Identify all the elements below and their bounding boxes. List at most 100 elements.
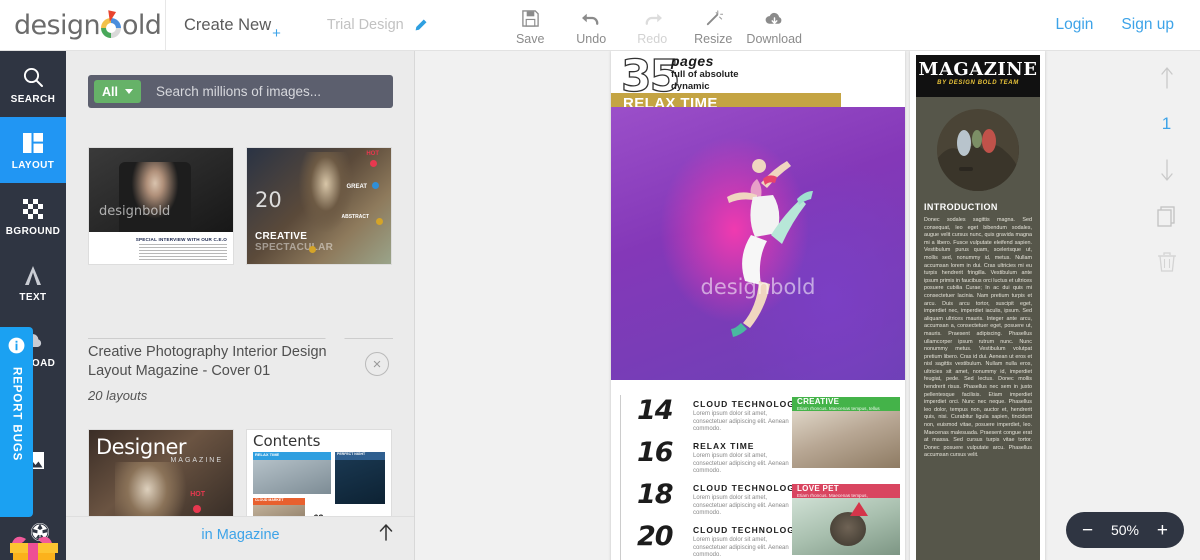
design-name-field[interactable]: Trial Design	[327, 17, 428, 33]
delete-page-button[interactable]	[1156, 249, 1178, 275]
toc-card-creative: CREATIVE Etiam rhoncus. Maecenas tempus,…	[792, 397, 900, 468]
gift-box-icon[interactable]	[6, 519, 62, 560]
thumb-designer-subtitle: MAGAZINE	[170, 457, 223, 464]
undo-label: Undo	[576, 32, 607, 46]
app-logo[interactable]: design old	[0, 10, 165, 41]
magnifier-icon	[21, 64, 45, 90]
toc-row: 20 CLOUD TECHNOLOGY Lorem ipsum dolor si…	[637, 521, 802, 560]
search-bar: All	[88, 75, 393, 108]
magic-wand-icon	[704, 8, 723, 29]
header-line3: dynamic	[671, 80, 710, 92]
canvas-page-left[interactable]: 35 pages full of absolute dynamic creati…	[611, 51, 905, 560]
toc-number: 14	[637, 395, 674, 426]
toc-title: CLOUD TECHNOLOGY	[693, 483, 802, 493]
card-title: CREATIVE	[797, 397, 840, 406]
sidebar-label-search: SEARCH	[10, 93, 56, 105]
caption-divider	[88, 338, 393, 339]
thumb-creative-number: 20	[255, 188, 282, 212]
masthead-byline: BY DESIGN BOLD TEAM	[937, 80, 1019, 86]
toc-title: RELAX TIME	[693, 441, 755, 451]
login-link[interactable]: Login	[1055, 16, 1093, 34]
sidebar-item-bground[interactable]: BGROUND	[0, 183, 66, 249]
sidebar-label-bground: BGROUND	[5, 225, 61, 237]
download-label: Download	[746, 32, 803, 46]
signup-link[interactable]: Sign up	[1121, 16, 1174, 34]
duplicate-page-button[interactable]	[1155, 203, 1179, 229]
toc-number: 20	[637, 521, 674, 552]
grid-layout-icon	[21, 130, 45, 156]
template-panel: All SPECIAL INTERVIEW WITH OUR C.E.O des…	[66, 51, 415, 560]
toc-number: 16	[637, 437, 674, 468]
scroll-up-icon[interactable]	[379, 523, 393, 546]
zoom-in-button[interactable]: +	[1157, 521, 1168, 540]
info-circle-icon	[8, 337, 25, 359]
move-page-down-button[interactable]	[1159, 157, 1175, 183]
thumb-designer-title: Designer	[96, 435, 187, 459]
logo-text: design old	[14, 9, 162, 41]
logo-colored-b-icon	[100, 9, 122, 39]
download-button[interactable]: Download	[744, 4, 805, 46]
caption-subtitle: 20 layouts	[88, 388, 148, 403]
pencil-icon[interactable]	[413, 18, 428, 33]
toolbar: Save Undo Redo Resize Download	[500, 4, 805, 46]
header-pages: pages	[671, 53, 714, 69]
sidebar-item-layout[interactable]: LAYOUT	[0, 117, 66, 183]
ballerina-illustration	[727, 159, 813, 337]
toc-desc: Lorem ipsum dolor sit amet, consectetuer…	[693, 495, 789, 516]
toc-number: 18	[637, 479, 674, 510]
toc-row: 18 CLOUD TECHNOLOGY Lorem ipsum dolor si…	[637, 479, 802, 518]
magazine-body-text: Donec sodales sagittis magna. Sed conseq…	[924, 217, 1032, 459]
current-page-number[interactable]: 1	[1162, 111, 1171, 137]
resize-button[interactable]: Resize	[683, 4, 744, 46]
page-controls: 1	[1133, 51, 1200, 560]
save-button[interactable]: Save	[500, 4, 561, 46]
template-thumb-ceo-interview[interactable]: SPECIAL INTERVIEW WITH OUR C.E.O designb…	[88, 147, 234, 265]
template-caption: Creative Photography Interior Design Lay…	[88, 343, 393, 403]
auth-links: Login Sign up	[1055, 16, 1200, 34]
top-bar: design old Create New + Trial Design Sav…	[0, 0, 1200, 51]
sidebar-item-search[interactable]: SEARCH	[0, 51, 66, 117]
in-magazine-link[interactable]: in Magazine	[201, 527, 279, 543]
thumb-contents-band1: RELAX TIME	[253, 452, 331, 460]
left-sidebar: SEARCH LAYOUT BGROUND TEXT UPLOAD REPORT…	[0, 51, 66, 560]
thumb-contents-band2: PERFECT NIGHT	[335, 452, 385, 460]
toc-card-lovepet: LOVE PET Etiam rhoncus. Maecenas tempus,	[792, 484, 900, 555]
report-bugs-tab[interactable]: REPORT BUGS	[0, 327, 33, 517]
category-filter-label: All	[102, 84, 118, 99]
cloud-download-icon	[764, 8, 785, 29]
toc-title: CLOUD TECHNOLOGY	[693, 399, 802, 409]
toc-row: 16 RELAX TIME Lorem ipsum dolor sit amet…	[637, 437, 798, 476]
undo-arrow-icon	[581, 8, 602, 29]
sidebar-label-text: TEXT	[19, 291, 47, 303]
sidebar-item-text[interactable]: TEXT	[0, 249, 66, 315]
create-new-button[interactable]: Create New +	[166, 0, 299, 50]
toc-rule	[620, 395, 621, 560]
thumb-ceo-watermark: designbold	[99, 204, 171, 219]
thumb-creative-tag-great: GREAT	[346, 184, 367, 190]
floppy-disk-icon	[521, 8, 540, 29]
close-icon[interactable]: ×	[365, 352, 389, 376]
category-filter-dropdown[interactable]: All	[94, 80, 141, 103]
template-thumb-creative-spectacular[interactable]: 20 CREATIVE SPECTACULAR HOT GREAT ABSTRA…	[246, 147, 392, 265]
search-input[interactable]	[155, 84, 366, 99]
caption-title: Creative Photography Interior Design Lay…	[88, 344, 327, 379]
zoom-out-button[interactable]: −	[1082, 521, 1093, 540]
move-page-up-button[interactable]	[1159, 65, 1175, 91]
panel-footer: in Magazine	[66, 516, 414, 552]
thumb-creative-title: CREATIVE	[255, 231, 308, 242]
redo-button[interactable]: Redo	[622, 4, 683, 46]
toc-desc: Lorem ipsum dolor sit amet, consectetuer…	[693, 411, 789, 432]
thumb-creative-tag-hot: HOT	[366, 151, 379, 157]
card-subtitle: Etiam rhoncus. Maecenas tempus, tellus	[797, 406, 880, 411]
zoom-control: − 50% +	[1066, 512, 1184, 548]
caption-caret	[324, 329, 346, 340]
header-line2: full of absolute	[671, 69, 739, 80]
canvas-page-right[interactable]: MAGAZINE BY DESIGN BOLD TEAM INTRODUCTIO…	[910, 51, 1045, 560]
save-label: Save	[515, 32, 545, 46]
chevron-down-icon	[124, 89, 133, 94]
design-canvas[interactable]: 35 pages full of absolute dynamic creati…	[416, 51, 1200, 560]
undo-button[interactable]: Undo	[561, 4, 622, 46]
magazine-circle-photo	[937, 109, 1019, 191]
thumb-ceo-caption: SPECIAL INTERVIEW WITH OUR C.E.O	[135, 237, 227, 242]
thumb-designer-tag-hot: HOT	[190, 491, 205, 498]
